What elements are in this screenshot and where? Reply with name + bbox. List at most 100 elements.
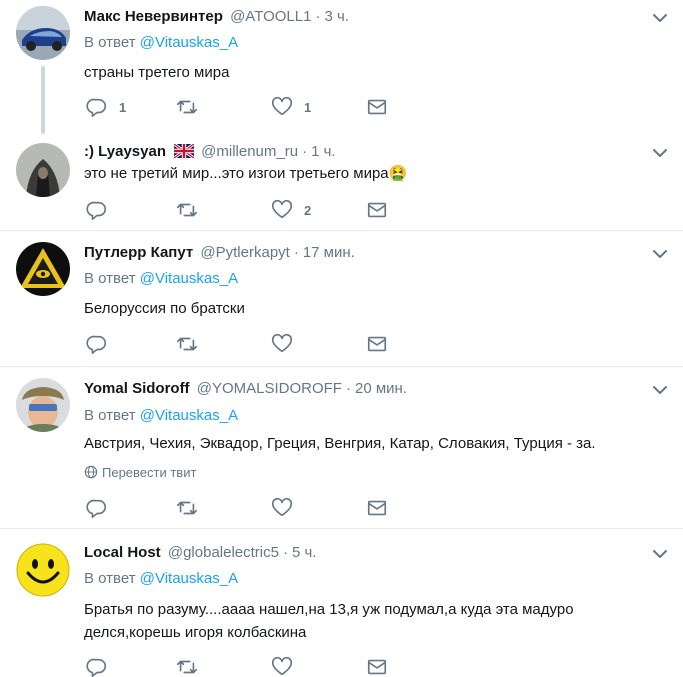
reply-icon — [86, 658, 107, 677]
chevron-down-icon[interactable] — [652, 548, 668, 560]
tweet-header: Local Host @globalelectric5 · 5 ч. — [84, 544, 317, 561]
envelope-icon — [367, 659, 387, 675]
globe-icon — [84, 465, 98, 479]
tweet-header: Макс Невервинтер @ATOOLL1 · 3 ч. — [84, 8, 349, 25]
like-count: 1 — [304, 99, 312, 115]
thread-line — [41, 66, 45, 134]
timestamp[interactable]: 5 ч. — [292, 544, 317, 561]
like-button[interactable]: 2 — [271, 199, 311, 221]
like-button[interactable] — [271, 656, 304, 677]
display-name[interactable]: Yomal Sidoroff — [84, 380, 190, 397]
tweet-text: Австрия, Чехия, Эквадор, Греция, Венгрия… — [84, 435, 596, 452]
chevron-down-icon[interactable] — [652, 248, 668, 260]
action-bar: 2 — [84, 199, 404, 221]
tweet-1[interactable]: Макс Невервинтер @ATOOLL1 · 3 ч. В ответ @… — [0, 0, 683, 137]
display-name[interactable]: :) Lyaysyan — [84, 143, 166, 160]
tweet-4[interactable]: Yomal Sidoroff @YOMALSIDOROFF · 20 мин. В … — [0, 367, 683, 528]
retweet-button[interactable] — [176, 656, 209, 677]
reply-button[interactable] — [86, 656, 119, 677]
avatar[interactable] — [16, 543, 70, 597]
avatar[interactable] — [16, 143, 70, 197]
timestamp[interactable]: 1 ч. — [311, 143, 336, 160]
avatar[interactable] — [16, 242, 70, 296]
chevron-down-icon[interactable] — [652, 384, 668, 396]
uk-flag-icon — [174, 144, 195, 158]
envelope-icon — [367, 202, 387, 218]
like-button[interactable] — [271, 333, 304, 355]
direct-message-button[interactable] — [366, 333, 388, 355]
heart-icon — [271, 333, 293, 353]
translate-label: Перевести твит — [102, 465, 197, 480]
translate-tweet-link[interactable]: Перевести твит — [84, 464, 196, 482]
tweet-text: это не третий мир...это изгои третьего м… — [84, 165, 408, 182]
envelope-icon — [367, 336, 387, 352]
reply-icon — [86, 335, 107, 354]
reply-prefix: В ответ — [84, 34, 136, 51]
direct-message-button[interactable] — [366, 96, 388, 118]
retweet-icon — [177, 660, 197, 674]
heart-icon — [271, 656, 293, 676]
envelope-icon — [367, 500, 387, 516]
reply-button[interactable] — [86, 333, 119, 355]
tweet-text: страны третего мира — [84, 64, 230, 81]
chevron-down-icon[interactable] — [652, 12, 668, 24]
reply-button[interactable] — [86, 199, 119, 221]
reply-to-link[interactable]: @Vitauskas_A — [140, 407, 238, 424]
tweet-5[interactable]: Local Host @globalelectric5 · 5 ч. В ответ… — [0, 529, 683, 677]
tweet-2[interactable]: :) Lyaysyan @millenum_ru · 1 ч. это не тре… — [0, 137, 683, 230]
username[interactable]: @YOMALSIDOROFF — [197, 380, 342, 397]
reply-button[interactable] — [86, 497, 119, 519]
tweet-text: Братья по разуму....аааа нашел,на 13,я у… — [84, 601, 574, 641]
display-name[interactable]: Путлерр Капут — [84, 244, 193, 261]
tweet-header: Путлерр Капут @Pytlerkapyt · 17 мин. — [84, 244, 355, 261]
action-bar — [84, 656, 404, 677]
direct-message-button[interactable] — [366, 497, 388, 519]
action-bar: 1 1 — [84, 96, 404, 118]
reply-to-link[interactable]: @Vitauskas_A — [140, 34, 238, 51]
retweet-button[interactable] — [176, 497, 209, 519]
username[interactable]: @globalelectric5 — [168, 544, 279, 561]
reply-context: В ответ @Vitauskas_A — [84, 406, 238, 426]
reply-context: В ответ @Vitauskas_A — [84, 569, 238, 589]
reply-to-link[interactable]: @Vitauskas_A — [140, 270, 238, 287]
display-name[interactable]: Макс Невервинтер — [84, 8, 223, 25]
username[interactable]: @ATOOLL1 — [230, 8, 311, 25]
tweet-header: :) Lyaysyan @millenum_ru · 1 ч. — [84, 143, 336, 160]
retweet-button[interactable] — [176, 199, 209, 221]
reply-prefix: В ответ — [84, 270, 136, 287]
action-bar — [84, 497, 404, 519]
chevron-down-icon[interactable] — [652, 147, 668, 159]
reply-context: В ответ @Vitauskas_A — [84, 33, 238, 53]
reply-prefix: В ответ — [84, 570, 136, 587]
direct-message-button[interactable] — [366, 199, 388, 221]
tweet-3[interactable]: Путлерр Капут @Pytlerkapyt · 17 мин. В отв… — [0, 231, 683, 366]
like-count: 2 — [304, 202, 312, 218]
action-bar — [84, 333, 404, 355]
username[interactable]: @millenum_ru — [201, 143, 298, 160]
heart-icon — [271, 96, 293, 116]
avatar[interactable] — [16, 6, 70, 60]
reply-context: В ответ @Vitauskas_A — [84, 269, 238, 289]
reply-icon — [86, 98, 107, 117]
like-button[interactable]: 1 — [271, 96, 311, 118]
retweet-icon — [177, 100, 197, 114]
avatar[interactable] — [16, 378, 70, 432]
username[interactable]: @Pytlerkapyt — [200, 244, 289, 261]
like-button[interactable] — [271, 497, 304, 519]
reply-count: 1 — [119, 99, 127, 115]
timestamp[interactable]: 17 мин. — [303, 244, 355, 261]
reply-to-link[interactable]: @Vitauskas_A — [140, 570, 238, 587]
retweet-button[interactable] — [176, 96, 209, 118]
timestamp[interactable]: 20 мин. — [355, 380, 407, 397]
direct-message-button[interactable] — [366, 656, 388, 677]
reply-icon — [86, 201, 107, 220]
heart-icon — [271, 199, 293, 219]
retweet-button[interactable] — [176, 333, 209, 355]
retweet-icon — [177, 337, 197, 351]
timestamp[interactable]: 3 ч. — [324, 8, 349, 25]
display-name[interactable]: Local Host — [84, 544, 161, 561]
envelope-icon — [367, 99, 387, 115]
retweet-icon — [177, 501, 197, 515]
retweet-icon — [177, 203, 197, 217]
reply-button[interactable]: 1 — [86, 96, 126, 118]
